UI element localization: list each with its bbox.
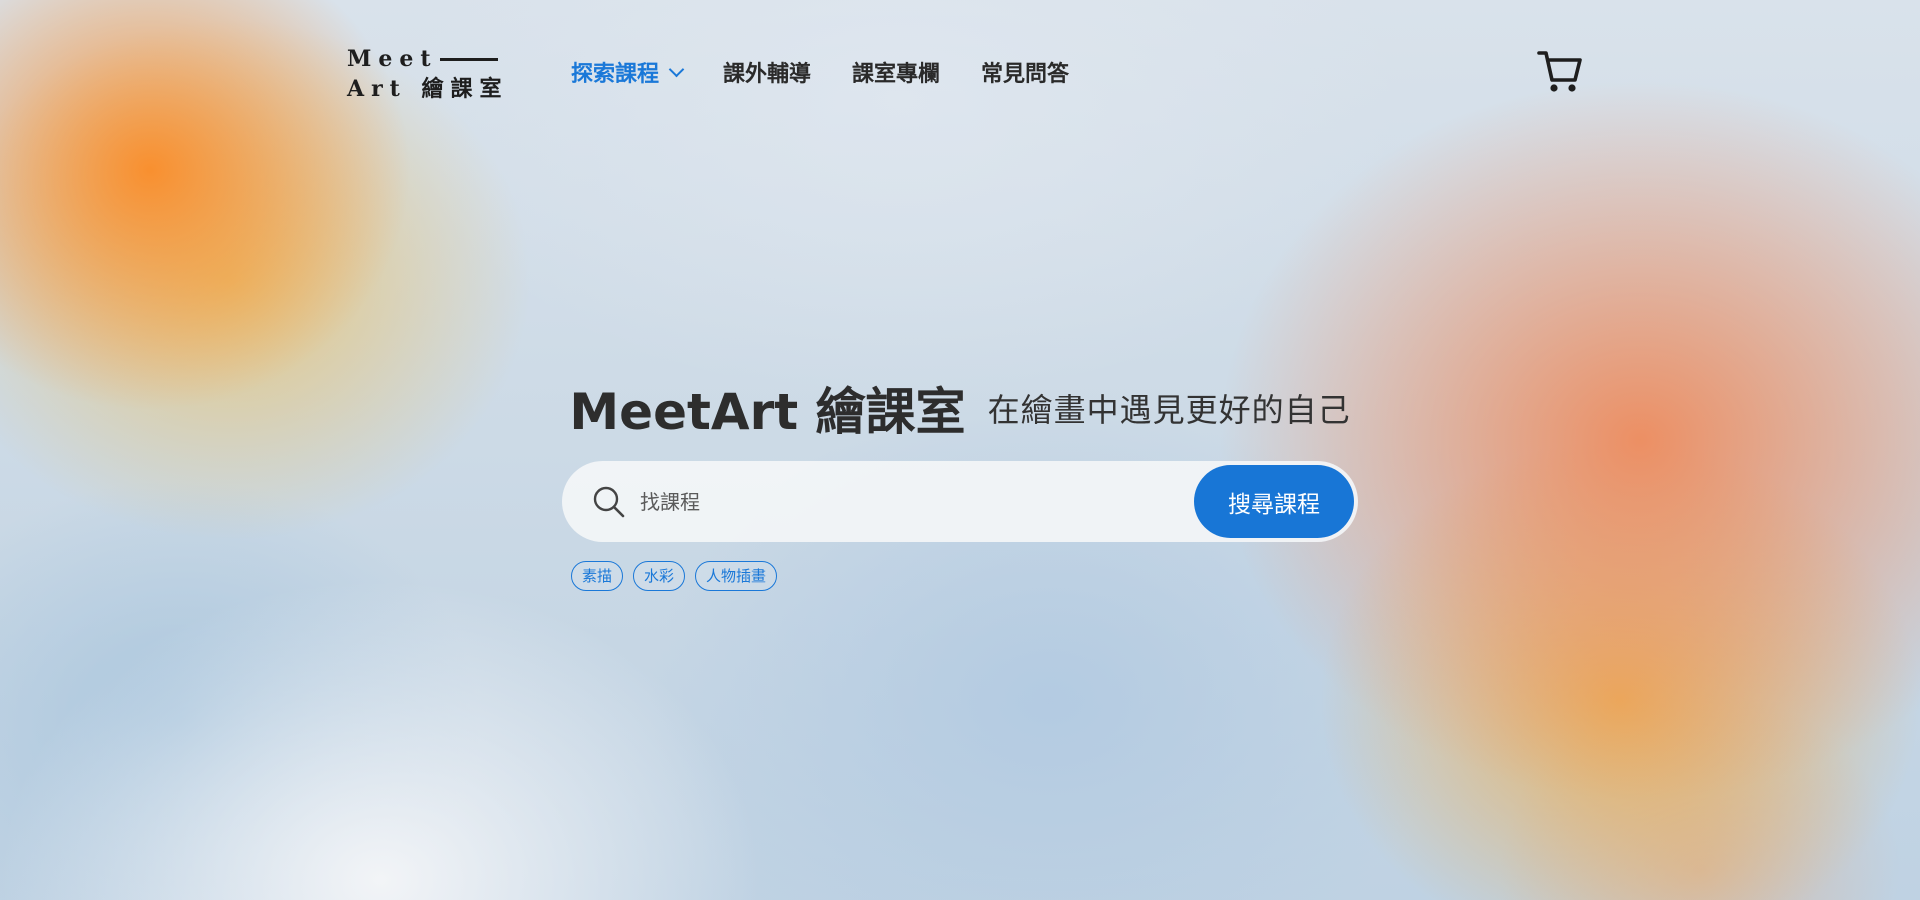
site-header: Meet Art 繪課室 探索課程 課外輔導 課室專欄 常見問答 (0, 0, 1920, 150)
hero-title: MeetArt 繪課室 (569, 383, 966, 441)
nav-item-faq[interactable]: 常見問答 (981, 56, 1069, 88)
cart-icon (1537, 51, 1582, 92)
hero-heading: MeetArt 繪課室 在繪畫中遇見更好的自己 (0, 372, 1920, 444)
search-button[interactable]: 搜尋課程 (1194, 465, 1354, 538)
tag-sketch[interactable]: 素描 (571, 561, 624, 591)
nav-item-explore-courses[interactable]: 探索課程 (571, 56, 685, 88)
nav-item-label: 探索課程 (571, 62, 660, 87)
logo-text-line1: Meet (347, 46, 438, 72)
nav-item-label: 常見問答 (981, 62, 1070, 87)
tag-portrait-illustration[interactable]: 人物插畫 (695, 561, 778, 591)
main-nav: 探索課程 課外輔導 課室專欄 常見問答 (571, 56, 1069, 88)
nav-item-tutoring[interactable]: 課外輔導 (723, 56, 811, 88)
nav-item-label: 課室專欄 (852, 62, 941, 87)
hero-subtitle: 在繪畫中遇見更好的自己 (987, 391, 1351, 429)
nav-item-label: 課外輔導 (723, 62, 812, 87)
nav-item-column[interactable]: 課室專欄 (852, 56, 940, 88)
logo-text-line2: Art 繪課室 (347, 76, 509, 102)
tag-watercolor[interactable]: 水彩 (633, 561, 686, 591)
search-icon (593, 486, 625, 518)
popular-tags: 素描 水彩 人物插畫 (571, 561, 778, 591)
cart-button[interactable] (1536, 48, 1584, 96)
search-bar: 搜尋課程 (562, 461, 1358, 542)
search-input[interactable] (638, 479, 1142, 525)
site-logo[interactable]: Meet Art 繪課室 (347, 44, 508, 104)
chevron-down-icon (668, 61, 685, 78)
logo-dash (439, 57, 498, 61)
